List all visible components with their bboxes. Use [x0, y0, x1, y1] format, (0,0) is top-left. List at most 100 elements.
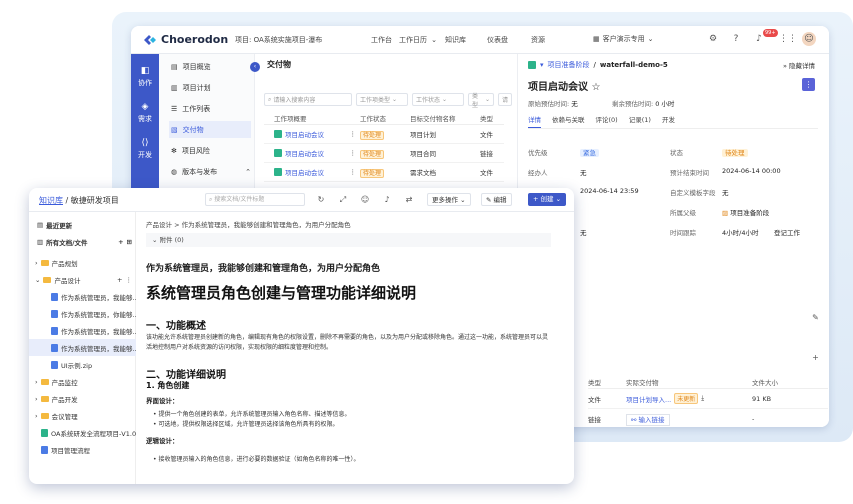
- filter-kind[interactable]: 类型 ⌄: [468, 93, 494, 109]
- star-icon[interactable]: ☆: [591, 82, 600, 93]
- search-icon: ⌕: [268, 95, 272, 103]
- subnav-deliverables[interactable]: ▧ 交付物: [169, 121, 251, 138]
- col-header: 工作状态: [360, 115, 386, 123]
- col-header: 工作项概要: [274, 115, 307, 123]
- gear-icon[interactable]: ⚙: [706, 32, 720, 46]
- tree-item[interactable]: › 产品监控: [29, 373, 136, 390]
- field-value[interactable]: 2024-06-14 23:59: [580, 187, 639, 195]
- filter-label: 工作项类型: [360, 97, 391, 104]
- nav-workbench[interactable]: 工作台: [371, 35, 392, 45]
- share-icon[interactable]: ⇄: [403, 194, 415, 206]
- hide-detail-button[interactable]: » 隐藏详情: [783, 60, 815, 70]
- breadcrumb-root[interactable]: 知识库: [39, 196, 63, 205]
- tree-item-selected[interactable]: 作为系统管理员，我能够...: [29, 339, 136, 356]
- download-icon[interactable]: ⤓: [701, 394, 704, 403]
- tree-item[interactable]: ⌄ 产品设计 + ⋮: [29, 271, 136, 288]
- fullscreen-icon[interactable]: ⤢: [337, 194, 349, 206]
- rail-item-requirements[interactable]: ◈ 需求: [131, 102, 159, 124]
- users-icon[interactable]: ☺: [359, 194, 371, 206]
- subnav-risk[interactable]: ✻ 项目风险: [169, 142, 251, 159]
- knowledge-topbar: 知识库 / 敏捷研发项目 ⌕ 搜索文档/文件标题 ↻ ⤢ ☺ ♪ ⇄ 更多操作 …: [29, 188, 574, 212]
- filter-status[interactable]: 工作状态 ⌄: [412, 93, 464, 106]
- edit-icon[interactable]: ✎: [810, 312, 821, 323]
- tree-item[interactable]: 作为系统管理员，我能够...: [29, 322, 136, 339]
- field-value[interactable]: 无: [580, 167, 587, 177]
- table-row[interactable]: 项目启动会议 ⋮ 待处理 需求文档 文件: [264, 163, 504, 182]
- row-name[interactable]: 项目启动会议: [285, 129, 324, 139]
- rail-item-develop[interactable]: ⟨⟩ 开发: [131, 138, 159, 160]
- breadcrumb-parent[interactable]: 项目准备阶段: [548, 60, 590, 70]
- field-value[interactable]: 无: [580, 227, 587, 237]
- tree-recent[interactable]: ▤ 最近更新: [29, 216, 136, 233]
- help-icon[interactable]: ?: [729, 32, 743, 46]
- input-link-label: 输入链接: [638, 415, 665, 424]
- tree-label: OA系统研发全流程项目-V1.0...: [51, 429, 136, 438]
- layout-icon[interactable]: ⊞: [127, 238, 132, 246]
- subnav-release[interactable]: ◍ 版本与发布 ⌃: [169, 163, 251, 180]
- chevron-down-icon: ⌄: [152, 236, 158, 244]
- logo[interactable]: Choerodon: [143, 33, 228, 46]
- tab-develop[interactable]: 开发: [662, 114, 675, 128]
- edit-button[interactable]: ✎ 编辑: [481, 193, 512, 206]
- tree-item[interactable]: 项目管理流程: [29, 441, 136, 458]
- status-badge[interactable]: 待处理: [722, 149, 748, 157]
- search-input[interactable]: ⌕ 搜索文档/文件标题: [205, 193, 305, 206]
- tab-records[interactable]: 记录(1): [629, 114, 651, 128]
- parent-link[interactable]: ▨ 项目准备阶段: [722, 207, 769, 217]
- apps-icon[interactable]: ⋮⋮: [779, 32, 797, 46]
- collapse-sidebar-button[interactable]: ‹: [250, 62, 260, 72]
- status-badge: 待处理: [360, 130, 385, 140]
- table-row[interactable]: 项目启动会议 ⋮ 待处理 项目合同 链接: [264, 144, 504, 163]
- tree-item[interactable]: OA系统研发全流程项目-V1.0...: [29, 424, 136, 441]
- caret-icon: ▾: [540, 61, 544, 69]
- add-icon[interactable]: +: [810, 352, 821, 363]
- tab-comments[interactable]: 评论(0): [596, 114, 618, 128]
- add-icon[interactable]: +: [118, 238, 123, 246]
- more-icon[interactable]: ⋮: [350, 168, 357, 176]
- subnav-plan[interactable]: ▥ 项目计划: [169, 79, 251, 96]
- search-input[interactable]: ⌕ 请输入搜索内容: [264, 93, 352, 106]
- subnav-worklist[interactable]: ☰ 工作列表: [169, 100, 251, 117]
- filter-type[interactable]: 工作项类型 ⌄: [356, 93, 408, 106]
- refresh-icon[interactable]: ↻: [315, 194, 327, 206]
- priority-badge[interactable]: 紧急: [580, 149, 599, 157]
- log-work-link[interactable]: 登记工作: [774, 227, 800, 237]
- more-actions-button[interactable]: 更多操作 ⌄: [427, 193, 471, 206]
- tree-item[interactable]: › 产品规划: [29, 254, 136, 271]
- tree-all-docs[interactable]: ▥ 所有文档/文件 + ⊞: [29, 233, 136, 250]
- tab-details[interactable]: 详情: [528, 114, 541, 128]
- field-value[interactable]: 2024-06-14 00:00: [722, 167, 781, 175]
- more-icon[interactable]: ⋮: [350, 130, 357, 138]
- add-icon[interactable]: +: [117, 276, 122, 284]
- field-value[interactable]: 无: [722, 187, 729, 197]
- tree-item[interactable]: › 产品开发: [29, 390, 136, 407]
- table-row[interactable]: 链接 ⚯ 输入链接 -: [588, 409, 828, 427]
- row-name[interactable]: 项目启动会议: [285, 167, 324, 177]
- nav-calendar[interactable]: 工作日历: [399, 35, 427, 45]
- notification-badge: 99+: [763, 29, 778, 37]
- more-actions-button[interactable]: ⋮: [802, 78, 815, 91]
- row-name[interactable]: 项目启动会议: [285, 148, 324, 158]
- table-row[interactable]: 文件 项目计划导入... 未更新 ⤓ 91 KB: [588, 389, 828, 409]
- tree-item[interactable]: › 会议管理: [29, 407, 136, 424]
- input-link-button[interactable]: ⚯ 输入链接: [626, 413, 670, 426]
- subnav-overview[interactable]: ▤ 项目概览: [169, 58, 251, 75]
- tree-item[interactable]: 作为系统管理员，你能够...: [29, 305, 136, 322]
- tree-item[interactable]: 作为系统管理员，我能够...: [29, 288, 136, 305]
- filter-more[interactable]: 请: [498, 93, 512, 106]
- tree-item[interactable]: UI示例.zip: [29, 356, 136, 373]
- more-icon[interactable]: ⋮: [350, 149, 357, 157]
- bell-icon[interactable]: ♪: [381, 194, 393, 206]
- tab-dependencies[interactable]: 依赖与关联: [552, 114, 585, 128]
- client-select[interactable]: ▦ 客户演示专用 ⌄: [593, 34, 654, 44]
- nav-dashboard[interactable]: 仪表盘: [487, 35, 508, 45]
- table-row[interactable]: 项目启动会议 ⋮ 待处理 项目计划 文件: [264, 125, 504, 144]
- attachments-toggle[interactable]: ⌄ 附件 (0): [146, 233, 551, 247]
- avatar[interactable]: ☺: [802, 32, 816, 46]
- nav-knowledge[interactable]: 知识库: [445, 35, 466, 45]
- nav-resources[interactable]: 资源: [531, 35, 545, 45]
- deliverable-link[interactable]: 项目计划导入...: [626, 394, 671, 404]
- rail-item-collab[interactable]: ◧ 协作: [131, 66, 159, 88]
- create-button[interactable]: + 创建 ⌄: [528, 193, 567, 206]
- more-icon[interactable]: ⋮: [126, 276, 133, 284]
